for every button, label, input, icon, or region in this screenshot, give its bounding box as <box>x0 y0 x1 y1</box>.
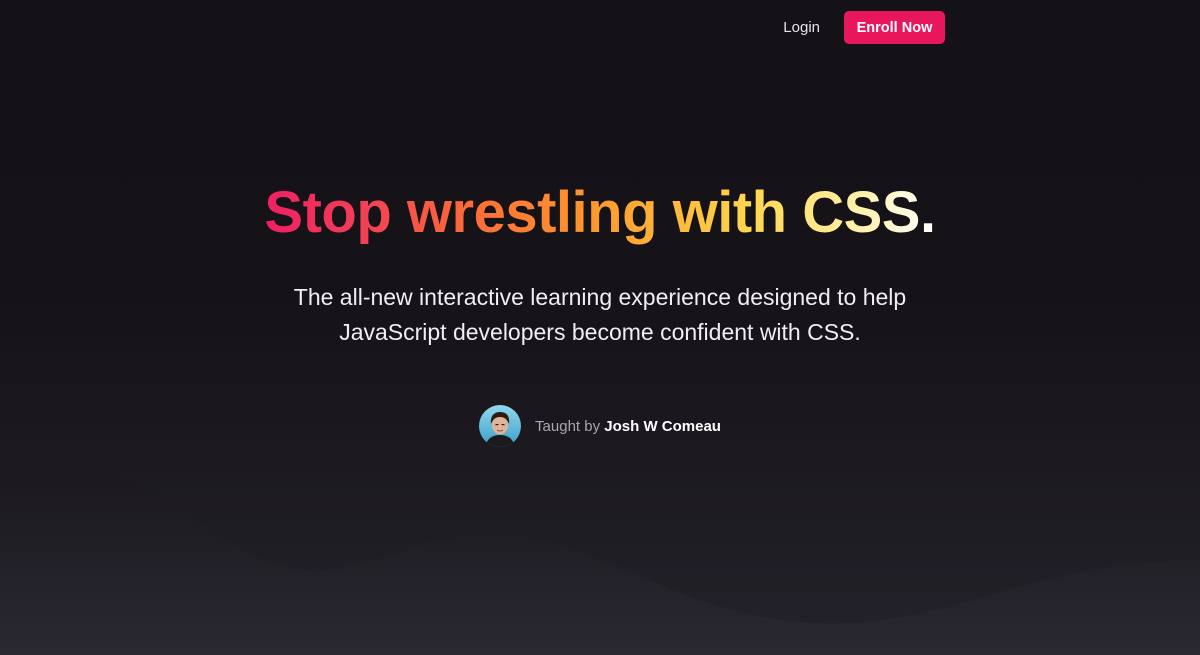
login-link[interactable]: Login <box>783 19 820 36</box>
hero-headline: Stop wrestling with CSS. <box>264 178 936 248</box>
author-credit: Taught by Josh W Comeau <box>0 405 1200 447</box>
wave-shape <box>0 466 1200 655</box>
author-name[interactable]: Josh W Comeau <box>604 418 721 435</box>
top-nav: Login Enroll Now <box>783 11 945 44</box>
enroll-now-button[interactable]: Enroll Now <box>844 11 945 44</box>
avatar-photo-icon <box>479 405 522 447</box>
author-line: Taught by Josh W Comeau <box>535 418 721 435</box>
taught-by-label: Taught by <box>535 417 601 435</box>
landing-page: Login Enroll Now Stop wrestling with CSS… <box>0 0 1200 655</box>
hero-section: Stop wrestling with CSS. The all-new int… <box>0 178 1200 350</box>
hero-subtitle: The all-new interactive learning experie… <box>293 284 907 345</box>
